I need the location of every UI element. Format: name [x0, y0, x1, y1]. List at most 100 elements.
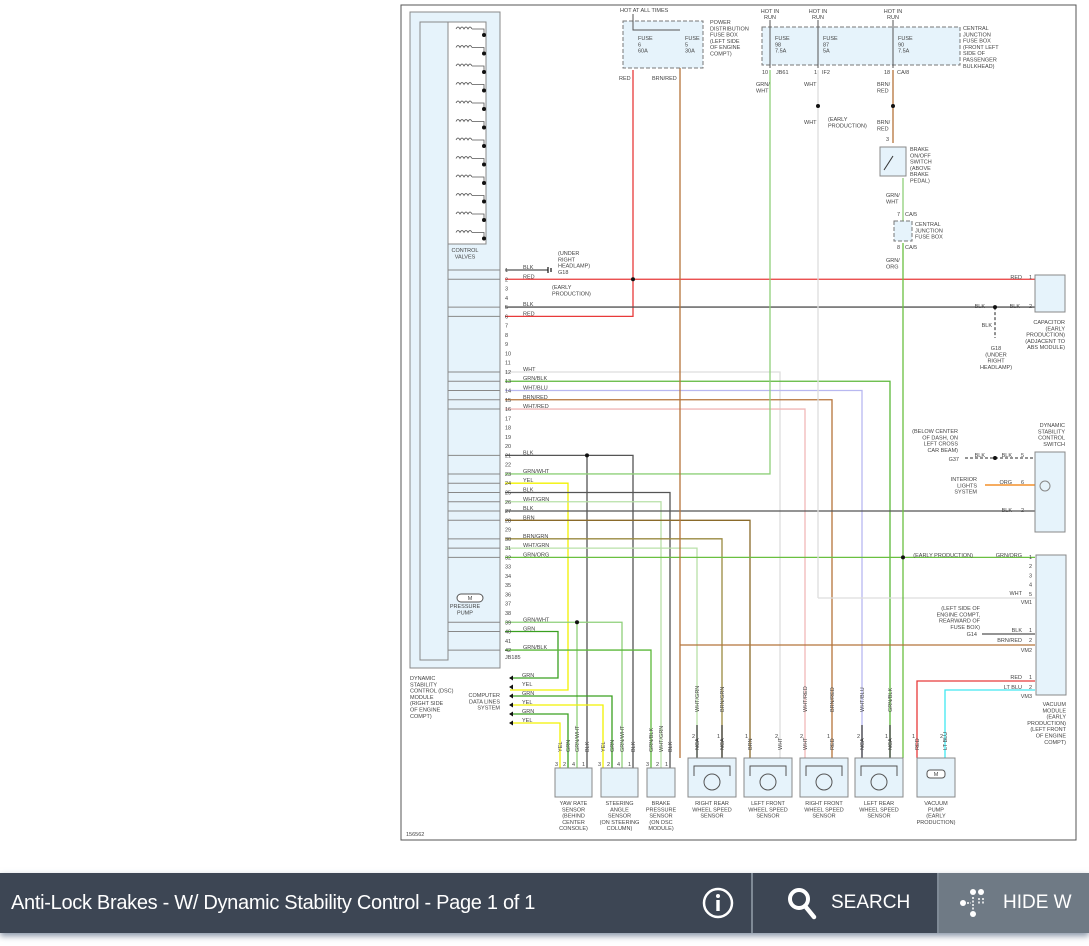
cap-g18-label: HEADLAMP) — [980, 365, 1012, 371]
pin-wire-color: RED — [523, 311, 535, 317]
hide-wires-button[interactable]: HIDE W — [937, 873, 1089, 933]
ground-label: G37 — [949, 457, 959, 463]
pin-wire-color: WHT/BLU — [523, 386, 548, 392]
cjb-box-2 — [893, 220, 913, 242]
fuse-5-label: 5 — [685, 42, 688, 48]
interior-lights-label: LIGHTS — [957, 483, 977, 489]
pin: 5 — [1029, 592, 1032, 598]
power-distribution-fuse-box — [622, 20, 704, 69]
cjb-label: SIDE OF — [963, 51, 986, 57]
pin-number: 6 — [505, 314, 508, 320]
data-line-wire-color: YEL — [522, 700, 532, 706]
fuse-5-label: FUSE — [685, 36, 700, 42]
sensor-label: WHEEL SPEED — [748, 807, 788, 813]
sensor-wire-label: WHT — [778, 737, 784, 750]
pin-number: 12 — [505, 370, 511, 376]
pin-number: 42 — [505, 648, 511, 654]
pdb-label: COMPT) — [710, 52, 732, 58]
pin-number: 16 — [505, 407, 511, 413]
brake-switch-label: PEDAL) — [910, 179, 930, 185]
pin-number: 27 — [505, 509, 511, 515]
dsc-module-label: CONTROL (DSC) — [410, 689, 454, 695]
pin: 2 — [1021, 508, 1024, 514]
sensor-label: SENSOR — [700, 814, 723, 820]
pin-number: 29 — [505, 528, 511, 534]
sensor-label: (EARLY — [926, 814, 946, 820]
sensor-rf — [799, 757, 849, 798]
wire-label: GRN/ — [886, 193, 900, 199]
pin-wire-color: BRN/GRN — [523, 534, 548, 540]
bottom-toolbar: Anti-Lock Brakes - W/ Dynamic Stability … — [0, 873, 1089, 933]
capacitor — [1034, 274, 1066, 313]
g37-location-label: LEFT CROSS — [924, 442, 959, 448]
cjb-label: FUSE BOX — [963, 39, 991, 45]
pin-number: 37 — [505, 602, 511, 608]
vacuum-module-label: MODULE — [1042, 708, 1066, 714]
pdb-label: DISTRIBUTION — [710, 26, 749, 32]
g14-location-label: ENGINE COMPT, — [937, 612, 981, 618]
pin: 1 — [814, 70, 817, 76]
vacuum-module-label: (LEFT FRONT — [1030, 727, 1066, 733]
early-production-label: (EARLY PRODUCTION) — [913, 553, 973, 559]
connector-label: VM3 — [1021, 694, 1032, 700]
sensor-wire-label: BLK — [631, 741, 637, 752]
splice-dot — [482, 236, 486, 241]
sensor-label: SENSOR — [562, 807, 585, 813]
sensor-wire-label: YEL — [558, 742, 564, 752]
sensor-label: COLUMN) — [607, 826, 633, 832]
harness-wire-label: WHT/RED — [803, 686, 809, 712]
splice-dot — [482, 162, 486, 167]
splice-dot — [482, 125, 486, 130]
pin-wire-color: GRN/ORG — [523, 552, 549, 558]
interior-lights-label: SYSTEM — [954, 490, 977, 496]
brake-switch-label: SWITCH — [910, 160, 932, 166]
pressure-pump-label: PUMP — [457, 610, 473, 616]
splice-dot — [482, 107, 486, 111]
vacuum-module-label: OF ENGINE — [1036, 734, 1067, 740]
sensor-wire-label: RED — [915, 738, 921, 750]
data-line-wire-color: YEL — [522, 718, 532, 724]
sensor-wire-label: RED — [830, 738, 836, 750]
control-valves-block — [447, 21, 487, 245]
dsc-module-label: COMPT) — [410, 714, 432, 720]
brake-switch-label: BRAKE — [910, 147, 929, 153]
pin-wire-color: BLK — [523, 265, 534, 271]
sensor-wire-label: NCA — [888, 738, 894, 750]
pin-number: 30 — [505, 537, 511, 543]
data-line-wire-color: GRN — [522, 709, 534, 715]
fuse-5-label: 30A — [685, 49, 695, 55]
sensor-label: RIGHT FRONT — [805, 801, 843, 807]
sensor-label: SENSOR — [649, 814, 672, 820]
info-button[interactable] — [701, 886, 735, 920]
wiring-diagram: CONTROLVALVESMPRESSUREPUMPJB185DYNAMICST… — [400, 4, 1077, 841]
sensor-label: PUMP — [928, 807, 944, 813]
pin-number: 22 — [505, 463, 511, 469]
fuse-6-label: FUSE — [638, 36, 653, 42]
pin: 4 — [572, 762, 575, 768]
capacitor-label: (ADJACENT TO — [1025, 339, 1065, 345]
connector-label: VM2 — [1021, 648, 1032, 654]
sensor-label: MODULE) — [648, 826, 674, 832]
central-junction-fuse-box — [761, 26, 961, 66]
sensor-wire-label: BLK — [585, 741, 591, 752]
search-button[interactable]: SEARCH — [751, 873, 937, 933]
wire-label: RED — [619, 76, 631, 82]
pin: 2 — [563, 762, 566, 768]
data-line-wire-color: GRN — [522, 691, 534, 697]
interior-lights-label: INTERIOR — [951, 477, 977, 483]
figure-id: 156562 — [406, 832, 424, 838]
g14-location-label: REARWARD OF — [939, 619, 981, 625]
sensor-label: WHEEL SPEED — [804, 807, 844, 813]
pin: 1 — [1029, 275, 1032, 281]
splice-dot — [482, 218, 486, 222]
dsc-switch — [1034, 451, 1066, 533]
pin-wire-color: GRN/BLK — [523, 645, 547, 651]
dsc-module-label: DYNAMIC — [410, 676, 435, 682]
data-lines-label: SYSTEM — [477, 706, 500, 712]
splice-dot — [482, 144, 486, 148]
pin: 1 — [745, 734, 748, 740]
early-production-label: PRODUCTION) — [552, 291, 591, 297]
harness-wire-label: WHT/GRN — [695, 686, 701, 712]
pin: 4 — [617, 762, 620, 768]
sensor-label: (ON STEERING — [600, 820, 640, 826]
